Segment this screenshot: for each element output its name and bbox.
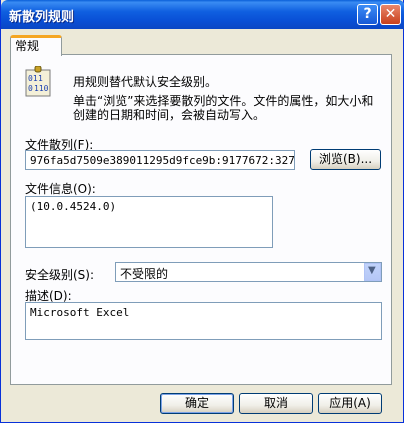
rule-instructions-text: 单击“浏览”来选择要散列的文件。文件的属性，如大小和创建的日期和时间，会被自动写… [73,94,374,122]
cancel-button[interactable]: 取消 [239,393,313,414]
help-button[interactable]: ? [357,4,378,25]
tab-general[interactable]: 常规 [10,35,62,56]
file-info-label: 文件信息(O): [25,182,96,196]
dropdown-button[interactable]: ▼ [364,263,381,281]
file-info-field[interactable]: (10.0.4524.0) [25,196,273,248]
svg-text:0: 0 [28,84,33,93]
svg-text:110: 110 [34,84,49,93]
browse-button[interactable]: 浏览(B)... [310,149,381,170]
svg-text:1: 1 [38,74,43,83]
security-level-select[interactable]: 不受限的 ▼ [115,262,382,282]
apply-button[interactable]: 应用(A) [318,393,382,414]
rule-description-text: 用规则替代默认安全级别。 [73,75,218,89]
title-bar[interactable]: 新散列规则 ? ✕ [1,0,404,29]
ok-button[interactable]: 确定 [160,393,234,414]
svg-text:01: 01 [28,74,38,83]
close-button[interactable]: ✕ [380,4,401,25]
security-level-value: 不受限的 [120,267,169,281]
file-hash-field[interactable]: 976fa5d7509e389011295d9fce9b:9177672:327… [25,150,295,170]
binary-file-icon: 01 1 0 110 [25,66,51,97]
help-icon: ? [363,6,372,22]
chevron-down-icon: ▼ [368,265,376,276]
description-field[interactable]: Microsoft Excel [25,302,382,340]
close-icon: ✕ [384,6,397,22]
window-title: 新散列规则 [9,10,75,25]
dialog-window: 新散列规则 ? ✕ 常规 01 1 0 110 用规则替代默认安全级别。 单击“… [0,0,404,423]
security-level-label: 安全级别(S): [25,268,95,282]
